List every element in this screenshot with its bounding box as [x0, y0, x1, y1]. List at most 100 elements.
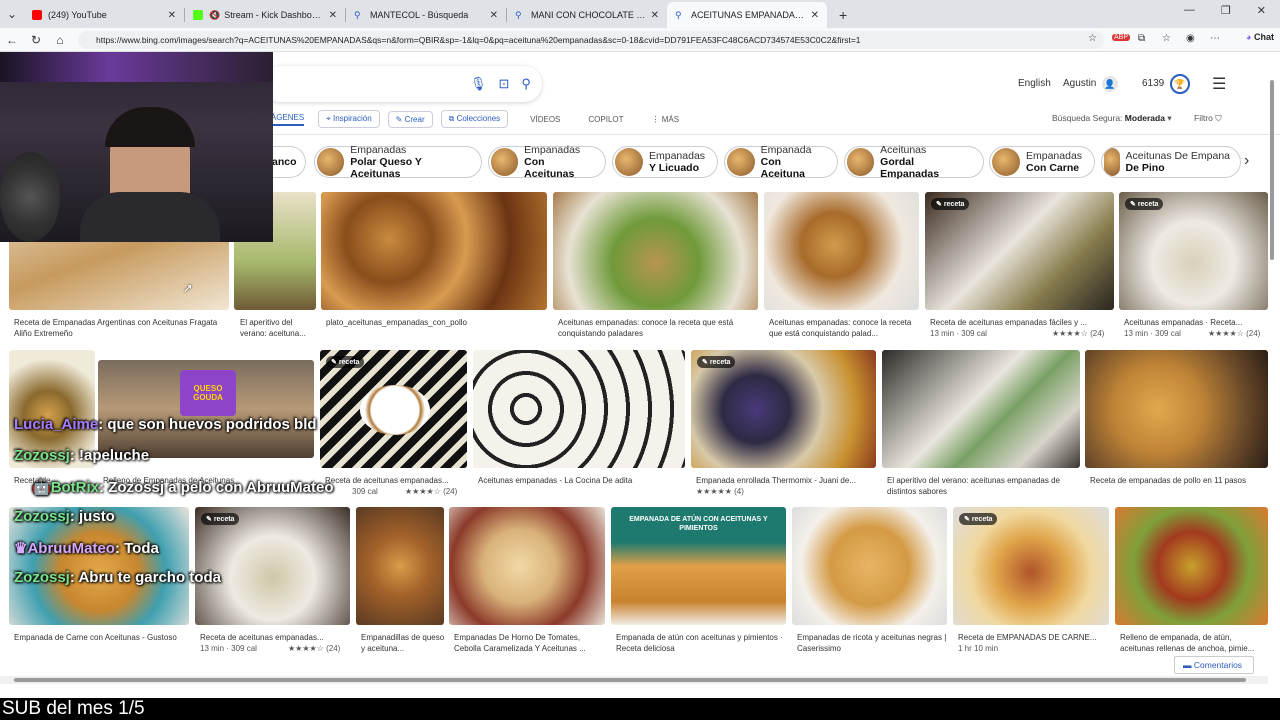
result-image[interactable]: ✎ receta — [1119, 192, 1268, 310]
result-caption[interactable]: Receta de aceitunas empanadas... — [325, 475, 467, 487]
close-icon[interactable]: ✕ — [651, 10, 659, 21]
tab-list-chevron-icon[interactable]: ⌄ — [0, 7, 24, 21]
safe-search[interactable]: Búsqueda Segura: Moderada ▾ — [1052, 113, 1172, 124]
result-image[interactable] — [792, 507, 947, 625]
minimize-icon[interactable]: — — [1184, 4, 1195, 17]
close-window-icon[interactable]: ✕ — [1257, 4, 1266, 17]
tab-youtube[interactable]: (249) YouTube ✕ — [24, 2, 184, 28]
result-caption[interactable]: Empanada enrollada Thermomix - Juani de.… — [696, 475, 876, 487]
close-icon[interactable]: ✕ — [490, 10, 498, 21]
tab-copilot[interactable]: COPILOT — [588, 115, 623, 124]
result-caption[interactable]: Aceitunas empanadas: conoce la receta qu… — [558, 317, 758, 341]
create-button[interactable]: ✎ Crear — [387, 110, 433, 128]
filter-button[interactable]: Filtro ⛉ — [1194, 113, 1222, 124]
result-image[interactable] — [1085, 350, 1268, 468]
result-image[interactable]: ✎ receta — [691, 350, 876, 468]
rewards-points[interactable]: 6139 — [1142, 78, 1164, 89]
tab-mani[interactable]: ⚲ MANI CON CHOCOLATE - Búsque ✕ — [507, 2, 667, 28]
tab-more[interactable]: ⋮ MÁS — [652, 115, 680, 124]
maximize-icon[interactable]: ❐ — [1221, 4, 1231, 17]
result-caption[interactable]: Receta de EMPANADAS DE CARNE... — [958, 632, 1108, 644]
tab-kick[interactable]: 🔇 Stream - Kick Dashboard ✕ — [185, 2, 345, 28]
result-image[interactable]: ✎ receta — [925, 192, 1114, 310]
result-image[interactable]: ✎ receta — [320, 350, 467, 468]
extension-icon[interactable]: ABP — [1112, 34, 1131, 41]
result-caption[interactable]: Aceitunas empanadas: conoce la receta qu… — [769, 317, 919, 341]
result-caption[interactable]: El aperitivo del verano: aceitunas empan… — [887, 475, 1079, 499]
reload-icon[interactable]: ↻ — [24, 33, 48, 47]
user-name[interactable]: Agustin — [1063, 78, 1096, 89]
result-image[interactable] — [764, 192, 919, 310]
copilot-chat-button[interactable]: ◕ Chat — [1246, 32, 1274, 42]
result-caption[interactable]: El aperitivo del verano: aceituna... — [240, 317, 318, 341]
related-chip[interactable]: Empanada Con Aceituna — [724, 144, 838, 180]
chevron-right-icon[interactable]: › — [1244, 152, 1249, 170]
result-image[interactable] — [473, 350, 685, 468]
favorites-icon[interactable]: ☆ — [1162, 33, 1171, 44]
result-image[interactable] — [882, 350, 1080, 468]
related-chip[interactable]: Aceitunas Gordal Empanadas — [844, 144, 984, 180]
result-image[interactable]: QUESO GOUDA — [98, 360, 314, 458]
url-text: https://www.bing.com/images/search?q=ACE… — [96, 35, 861, 45]
result-image[interactable] — [356, 507, 444, 625]
feedback-button[interactable]: ▬ Comentarios — [1174, 656, 1254, 674]
result-image[interactable] — [321, 192, 547, 310]
webcam-overlay — [0, 52, 273, 242]
home-icon[interactable]: ⌂ — [48, 33, 72, 47]
result-caption[interactable]: Empanada de Carne con Aceitunas - Gustos… — [14, 632, 189, 656]
visual-search-icon[interactable]: ⊡ — [499, 76, 510, 92]
related-chip[interactable]: Empanadas Polar Queso Y Aceitunas — [314, 144, 482, 180]
result-image[interactable]: ✎ receta — [953, 507, 1109, 625]
back-icon[interactable]: ← — [0, 33, 24, 47]
horizontal-scrollbar[interactable] — [0, 676, 1268, 684]
result-image[interactable]: ✎ receta — [195, 507, 350, 625]
close-icon[interactable]: ✕ — [329, 10, 337, 21]
menu-icon[interactable]: ☰ — [1212, 74, 1226, 94]
language-link[interactable]: English — [1018, 78, 1051, 89]
result-caption[interactable]: Aceitunas empanadas - La Cocina De adita — [478, 475, 683, 487]
close-icon[interactable]: ✕ — [168, 10, 176, 21]
more-icon[interactable]: ⋯ — [1210, 33, 1220, 44]
result-caption[interactable]: Aceitunas empanadas · Receta... — [1124, 317, 1268, 329]
result-caption[interactable]: Empanada de atún con aceitunas y pimient… — [616, 632, 786, 656]
recipe-badge: ✎ receta — [931, 198, 970, 210]
tab-aceitunas[interactable]: ⚲ ACEITUNAS EMPANADAS - Búsqu ✕ — [667, 2, 827, 28]
user-icon[interactable]: 👤 — [1102, 76, 1118, 92]
result-caption[interactable]: Receta de empanadas de pollo en 11 pasos — [1090, 475, 1268, 487]
bot-icon: 🤖 — [32, 479, 51, 496]
related-chip[interactable]: Empanadas Con Aceitunas — [488, 144, 606, 180]
comment-icon: ▬ — [1183, 660, 1192, 670]
inspiration-button[interactable]: ⌖ Inspiración — [318, 110, 380, 128]
url-field[interactable]: https://www.bing.com/images/search?q=ACE… — [78, 31, 1104, 49]
result-image[interactable] — [1115, 507, 1268, 625]
result-caption[interactable]: plato_aceitunas_empanadas_con_pollo — [326, 317, 546, 329]
related-chip[interactable]: Aceitunas De Empana De Pino — [1101, 146, 1241, 178]
result-caption[interactable]: Empanadillas de queso y aceituna... — [361, 632, 445, 656]
avatar[interactable]: ◉ — [1186, 33, 1195, 44]
extensions-icon[interactable]: ⧉ — [1138, 33, 1145, 44]
microphone-icon[interactable]: 🎙 — [470, 76, 487, 92]
search-icon: ⚲ — [354, 10, 361, 20]
tab-videos[interactable]: VÍDEOS — [530, 115, 560, 124]
result-image[interactable] — [553, 192, 758, 310]
related-chip[interactable]: Empanadas Con Carne — [989, 146, 1095, 178]
tab-mantecol[interactable]: ⚲ MANTECOL - Búsqueda ✕ — [346, 2, 506, 28]
result-caption[interactable]: Relleno de empanada, de atún, aceitunas … — [1120, 632, 1268, 656]
chat-user: AbruuMateo — [27, 540, 115, 557]
result-caption[interactable]: Empanadas De Horno De Tomates, Cebolla C… — [454, 632, 606, 656]
result-caption[interactable]: Receta de aceitunas empanadas... — [200, 632, 350, 644]
rewards-icon[interactable]: 🏆 — [1170, 74, 1190, 94]
related-chip[interactable]: Empanadas Y Licuado — [612, 146, 718, 178]
vertical-scrollbar[interactable] — [1268, 60, 1276, 675]
result-image[interactable]: EMPANADA DE ATÚN CON ACEITUNAS Y PIMIENT… — [611, 507, 786, 625]
search-icon[interactable]: ⚲ — [521, 76, 531, 92]
close-icon[interactable]: ✕ — [811, 10, 819, 21]
collections-button[interactable]: ⧉ Colecciones — [440, 110, 509, 128]
speaker-muted-icon[interactable]: 🔇 — [209, 10, 220, 21]
result-caption[interactable]: Receta de Empanadas Argentinas con Aceit… — [14, 317, 224, 341]
result-caption[interactable]: Empanadas de ricota y aceitunas negras |… — [797, 632, 947, 656]
new-tab-button[interactable]: + — [839, 7, 847, 23]
favorite-star-icon[interactable]: ☆ — [1088, 33, 1097, 44]
result-image[interactable] — [449, 507, 605, 625]
result-caption[interactable]: Receta de aceitunas empanadas fáciles y … — [930, 317, 1114, 329]
